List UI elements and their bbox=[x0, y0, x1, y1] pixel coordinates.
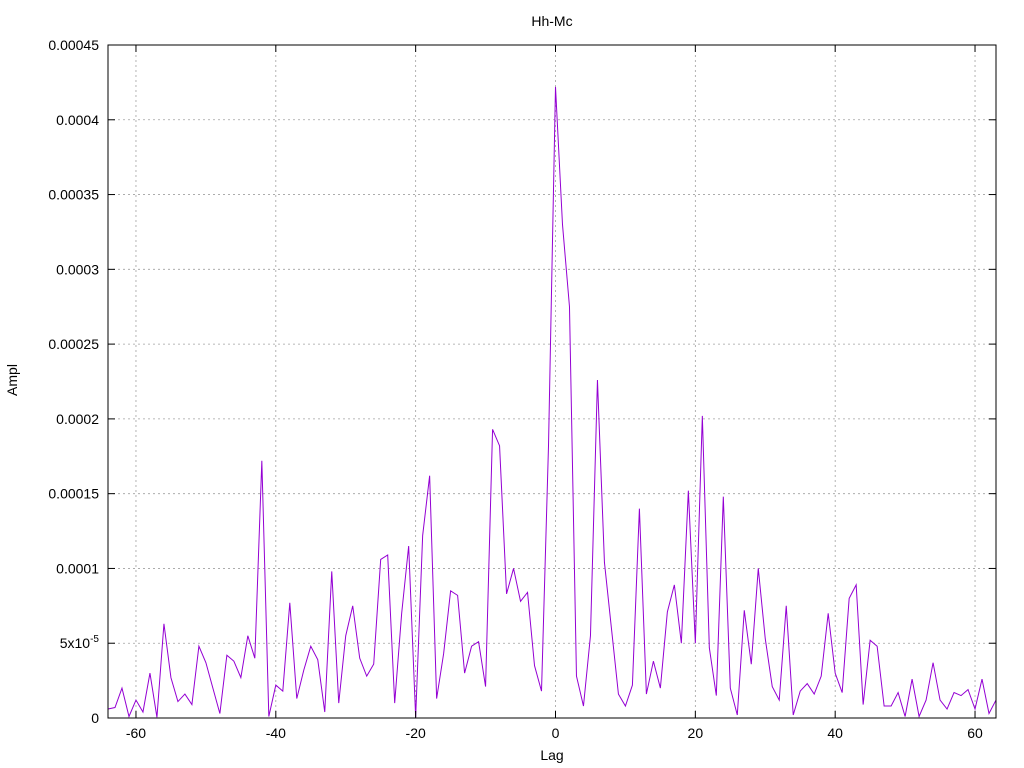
y-tick-label: 0.00035 bbox=[48, 187, 99, 203]
series-line-0 bbox=[107, 86, 997, 719]
y-tick-label: 0.00015 bbox=[48, 486, 99, 502]
y-tick-label: 0.0002 bbox=[56, 411, 99, 427]
y-tick-label: 0.0003 bbox=[56, 261, 99, 277]
x-tick-label: 20 bbox=[688, 725, 704, 741]
x-tick-label: 60 bbox=[967, 725, 983, 741]
x-tick-label: -60 bbox=[126, 725, 146, 741]
grid bbox=[108, 44, 996, 719]
chart: -60 -40 -20 0 20 40 60 0 5x10-5 0.0001 0.00015 0.0… bbox=[4, 13, 997, 763]
y-tick-label: 5x10-5 bbox=[60, 634, 100, 651]
y-tick-label: 0.00045 bbox=[48, 37, 99, 53]
y-tick-labels: 0 5x10-5 0.0001 0.00015 0.0002 0.00025 0.0003 0… bbox=[48, 37, 99, 726]
y-tick-label: 0 bbox=[91, 710, 99, 726]
y-tick-label: 0.0001 bbox=[56, 560, 99, 576]
plot-frame bbox=[107, 44, 997, 719]
x-tick-label: -20 bbox=[406, 725, 426, 741]
series-layer bbox=[107, 86, 997, 719]
chart-title: Hh-Mc bbox=[531, 13, 572, 29]
x-axis-label: Lag bbox=[540, 747, 563, 763]
y-tick-label: 0.0004 bbox=[56, 112, 99, 128]
x-tick-label: -40 bbox=[266, 725, 286, 741]
x-tick-label: 40 bbox=[827, 725, 843, 741]
y-axis-label: Ampl bbox=[4, 364, 20, 396]
tick-marks bbox=[108, 44, 996, 719]
y-tick-label: 0.00025 bbox=[48, 336, 99, 352]
x-tick-label: 0 bbox=[552, 725, 560, 741]
x-tick-labels: -60 -40 -20 0 20 40 60 bbox=[126, 725, 983, 741]
